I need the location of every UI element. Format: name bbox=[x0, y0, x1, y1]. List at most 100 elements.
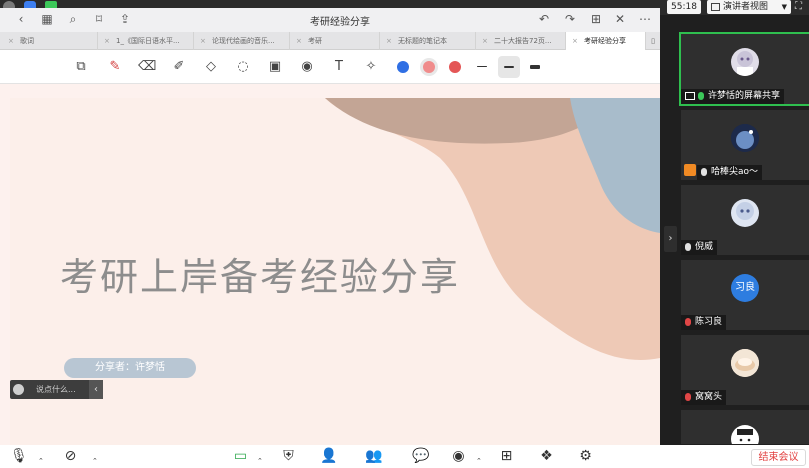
lasso-icon[interactable]: ◌ bbox=[234, 58, 252, 76]
document-title[interactable]: 考研经验分享 bbox=[280, 13, 400, 28]
tab-close-icon[interactable]: × bbox=[296, 32, 302, 50]
apps-icon[interactable]: ❖ bbox=[538, 448, 555, 465]
participant-tile[interactable]: 许梦恬的屏幕共享 bbox=[679, 32, 809, 106]
add-page-icon[interactable]: ⊞ bbox=[589, 12, 603, 26]
shared-screen: ‹ ▦ ⌕ ⌑ ⇪ 考研经验分享 ↶ ↷ ⊞ ✕ ⋯ × 歌词 × 1_《国际日语水… bbox=[0, 8, 660, 445]
more-icon[interactable]: ⋯ bbox=[638, 12, 652, 26]
chevron-up-icon[interactable]: ⌃ bbox=[257, 457, 263, 465]
avatar bbox=[731, 48, 759, 76]
line-width-thick[interactable] bbox=[530, 65, 540, 69]
participant-tile[interactable]: 习良 陈习良 bbox=[681, 260, 809, 330]
avatar: 习良 bbox=[731, 274, 759, 302]
collapse-gallery-button[interactable]: › bbox=[664, 226, 677, 252]
laser-pointer-icon[interactable]: ✧ bbox=[362, 58, 380, 76]
camera-icon[interactable]: ◉ bbox=[298, 58, 316, 76]
microphone-icon bbox=[685, 242, 691, 251]
back-icon[interactable]: ‹ bbox=[14, 12, 28, 26]
meeting-controls: 🎙 ⌃ ⊘ ⌃ ▭ ⌃ ⛨ 👤 👥 💬 ◉ ⌃ ⊞ ❖ ⚙ 结束会议 bbox=[0, 445, 809, 468]
chevron-up-icon[interactable]: ⌃ bbox=[38, 457, 44, 465]
close-icon[interactable]: ✕ bbox=[613, 12, 627, 26]
participant-name-row: 陈习良 bbox=[681, 315, 727, 330]
camera-off-icon[interactable]: ⊘ bbox=[62, 448, 79, 465]
microphone-icon bbox=[701, 167, 707, 176]
microphone-muted-icon bbox=[685, 317, 691, 326]
tab-item[interactable]: × 论现代绘画的音乐... bbox=[194, 32, 290, 50]
settings-gear-icon[interactable]: ⚙ bbox=[577, 448, 594, 465]
presenter-view-label: 演讲者视图 bbox=[723, 2, 769, 12]
redo-icon[interactable]: ↷ bbox=[563, 12, 577, 26]
tab-close-icon[interactable]: × bbox=[572, 32, 578, 50]
breakout-rooms-icon[interactable]: ⊞ bbox=[498, 448, 515, 465]
security-icon[interactable]: ⛨ bbox=[280, 448, 297, 465]
tab-item[interactable]: × 歌词 bbox=[2, 32, 98, 50]
user-badge-icon bbox=[684, 164, 696, 176]
tab-close-icon[interactable]: × bbox=[104, 32, 110, 50]
document-header: ‹ ▦ ⌕ ⌑ ⇪ 考研经验分享 ↶ ↷ ⊞ ✕ ⋯ bbox=[0, 8, 660, 32]
image-icon[interactable]: ▣ bbox=[266, 58, 284, 76]
highlighter-icon[interactable]: ✐ bbox=[170, 58, 188, 76]
presenter-view-button[interactable]: 演讲者视图 ▼ bbox=[707, 0, 791, 14]
participant-name-row: 许梦恬的屏幕共享 bbox=[681, 89, 785, 104]
screen-share-icon[interactable]: ▭ bbox=[232, 448, 249, 465]
participant-name-row: 窝窝头 bbox=[681, 390, 727, 405]
color-swatch-red[interactable] bbox=[449, 61, 461, 73]
tab-close-icon[interactable]: × bbox=[386, 32, 392, 50]
end-meeting-button[interactable]: 结束会议 bbox=[751, 449, 806, 466]
share-icon[interactable]: ⇪ bbox=[118, 12, 132, 26]
chevron-up-icon[interactable]: ⌃ bbox=[92, 457, 98, 465]
avatar bbox=[731, 425, 759, 444]
grid-icon[interactable]: ▦ bbox=[40, 12, 54, 26]
bookmark-icon[interactable]: ⌑ bbox=[92, 12, 106, 26]
meeting-timer: 55:18 bbox=[667, 0, 701, 14]
line-width-medium[interactable] bbox=[504, 66, 514, 68]
sidebar-toggle-icon[interactable]: ▯ bbox=[646, 32, 660, 50]
microphone-icon[interactable]: 🎙 bbox=[10, 448, 28, 465]
pen-tool-icon[interactable]: ✎ bbox=[106, 58, 124, 76]
participants-icon[interactable]: 👥 bbox=[365, 448, 382, 465]
participant-name-row: 哈棒尖ao～ bbox=[697, 165, 763, 180]
screen-share-icon bbox=[685, 91, 695, 100]
add-participant-icon[interactable]: 👤 bbox=[320, 448, 337, 465]
chevron-up-icon[interactable]: ⌃ bbox=[476, 457, 482, 465]
tab-item[interactable]: × 无标题的笔记本 bbox=[380, 32, 476, 50]
participant-tile[interactable]: 窝窝头 bbox=[681, 335, 809, 405]
participant-tile[interactable]: 倪威 bbox=[681, 185, 809, 255]
presenter-view-icon bbox=[711, 3, 720, 11]
participant-tile[interactable] bbox=[681, 410, 809, 444]
participant-tile[interactable]: 哈棒尖ao～ bbox=[681, 110, 809, 180]
fullscreen-icon[interactable]: ⛶ bbox=[795, 1, 806, 12]
shapes-icon[interactable]: ◇ bbox=[202, 58, 220, 76]
chat-icon[interactable]: 💬 bbox=[412, 448, 429, 465]
chat-placeholder[interactable]: 说点什么... bbox=[36, 384, 76, 395]
text-box-icon[interactable]: T bbox=[330, 58, 348, 76]
meeting-window: 55:18 演讲者视图 ▼ ⛶ ‹ ▦ ⌕ ⌑ ⇪ 考研经验分享 ↶ ↷ ⊞ ✕… bbox=[0, 0, 809, 468]
line-width-thin[interactable] bbox=[477, 66, 487, 67]
tab-item[interactable]: × 考研 bbox=[290, 32, 380, 50]
emoji-icon[interactable] bbox=[13, 384, 24, 395]
tab-close-icon[interactable]: × bbox=[482, 32, 488, 50]
avatar bbox=[731, 349, 759, 377]
drawing-toolbar: ⧉ ✎ ⌫ ✐ ◇ ◌ ▣ ◉ T ✧ bbox=[0, 50, 660, 84]
microphone-muted-icon bbox=[685, 392, 691, 401]
microphone-icon bbox=[698, 91, 704, 100]
undo-icon[interactable]: ↶ bbox=[537, 12, 551, 26]
tab-item[interactable]: × 二十大报告72页... bbox=[476, 32, 566, 50]
document-tabs: × 歌词 × 1_《国际日语水平... × 论现代绘画的音乐... × 考研 × 无标题的… bbox=[0, 32, 660, 50]
eraser-icon[interactable]: ⌫ bbox=[138, 58, 156, 76]
color-swatch-pink[interactable] bbox=[423, 61, 435, 73]
page-view-icon[interactable]: ⧉ bbox=[72, 58, 90, 76]
color-swatch-blue[interactable] bbox=[397, 61, 409, 73]
tab-close-icon[interactable]: × bbox=[200, 32, 206, 50]
tab-close-icon[interactable]: × bbox=[8, 32, 14, 50]
record-icon[interactable]: ◉ bbox=[450, 448, 467, 465]
tab-item-active[interactable]: × 考研经验分享 bbox=[566, 32, 646, 50]
chevron-down-icon: ▼ bbox=[781, 3, 787, 11]
chat-input-bar[interactable]: 说点什么... ‹ bbox=[10, 380, 103, 399]
chevron-left-icon[interactable]: ‹ bbox=[89, 380, 103, 399]
search-icon[interactable]: ⌕ bbox=[66, 12, 80, 26]
participant-gallery: 许梦恬的屏幕共享 哈棒尖ao～ 倪威 习良 陈习良 窝窝头 bbox=[679, 32, 809, 444]
slide-title: 考研上岸备考经验分享 bbox=[60, 255, 461, 299]
tab-item[interactable]: × 1_《国际日语水平... bbox=[98, 32, 194, 50]
presenter-label: 分享者：许梦恬 bbox=[64, 358, 196, 378]
participant-name-row: 倪威 bbox=[681, 240, 718, 255]
